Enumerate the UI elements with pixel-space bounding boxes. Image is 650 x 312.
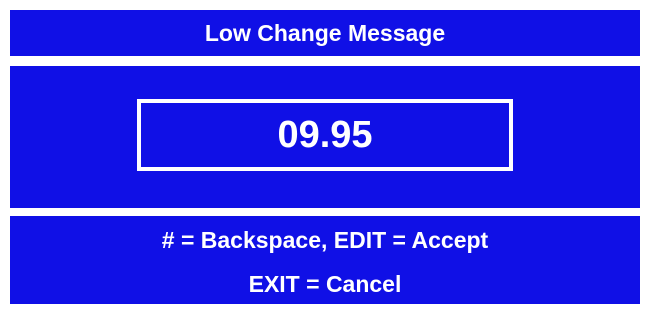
dialog-title: Low Change Message [204,19,446,46]
value-entry-area: 09.95 [10,66,640,208]
value-input-field[interactable]: 09.95 [137,99,513,171]
dialog-title-bar: Low Change Message [10,10,640,56]
help-cancel: EXIT = Cancel [248,271,402,297]
key-help-area: # = Backspace, EDIT = Accept EXIT = Canc… [10,216,640,304]
value-text: 09.95 [277,113,373,156]
help-backspace-accept: # = Backspace, EDIT = Accept [161,227,489,253]
